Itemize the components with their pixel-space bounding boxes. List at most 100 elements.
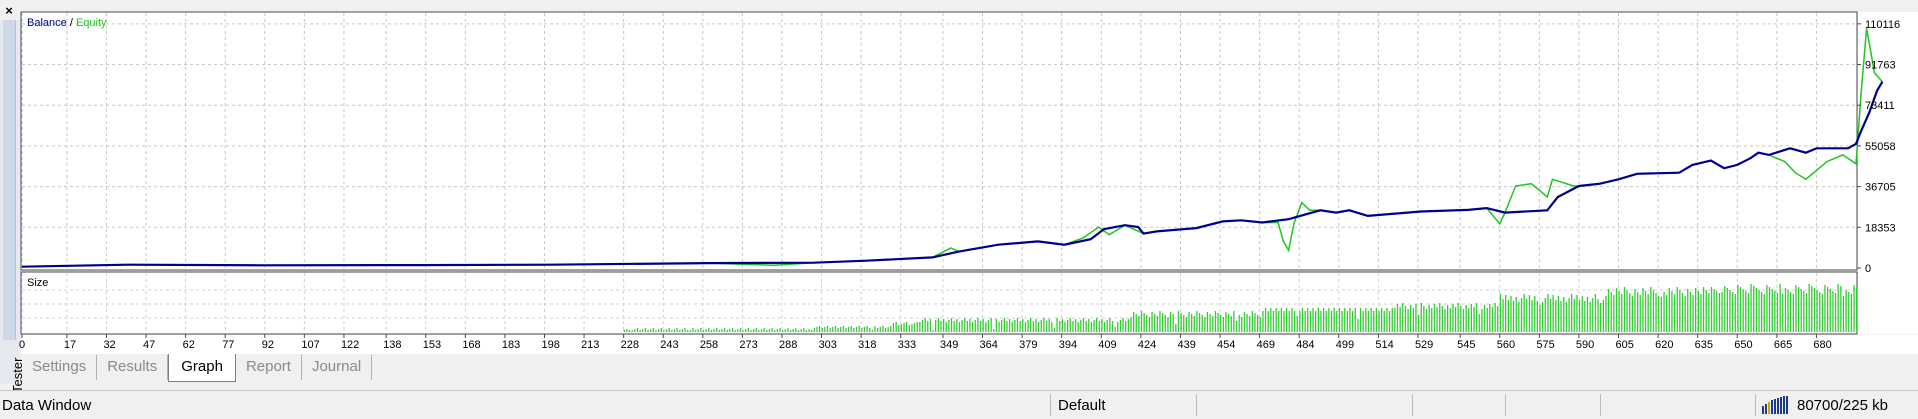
size-bar xyxy=(1249,316,1251,332)
size-bar xyxy=(628,330,631,332)
size-bar xyxy=(766,330,768,332)
size-bar xyxy=(1354,308,1356,332)
x-tick-label: 153 xyxy=(423,339,441,351)
size-bar xyxy=(1011,322,1013,332)
x-tick-label: 484 xyxy=(1296,339,1314,351)
size-bar xyxy=(1486,308,1488,332)
size-bar xyxy=(1784,288,1787,332)
size-bar xyxy=(1652,290,1655,332)
size-bar xyxy=(771,328,773,332)
size-bar xyxy=(708,328,710,332)
legend-equity: Equity xyxy=(76,17,107,29)
size-bar xyxy=(845,328,847,332)
y-tick-label: 110116 xyxy=(1865,19,1900,31)
size-bar xyxy=(1621,294,1623,332)
size-bar xyxy=(1539,305,1541,332)
size-bar xyxy=(1856,287,1858,332)
size-bar xyxy=(1549,299,1552,332)
size-bar xyxy=(1544,298,1546,332)
size-bar xyxy=(1536,301,1538,332)
size-bar xyxy=(1790,292,1792,332)
size-bar xyxy=(869,328,871,332)
size-bar xyxy=(681,329,683,332)
size-bar xyxy=(1185,317,1187,332)
size-bar xyxy=(1270,308,1272,332)
size-bar xyxy=(1206,312,1209,332)
size-bar xyxy=(1848,292,1850,332)
size-bar xyxy=(1420,303,1422,332)
size-bar xyxy=(1552,295,1554,332)
size-bar xyxy=(908,325,910,332)
size-bar xyxy=(1679,290,1681,332)
size-bar xyxy=(1483,305,1486,332)
size-bar xyxy=(1204,317,1206,332)
x-tick-label: 198 xyxy=(541,339,559,351)
size-bar xyxy=(1687,289,1689,332)
tab-graph[interactable]: Graph xyxy=(168,354,236,382)
size-bar xyxy=(774,330,776,332)
size-bar xyxy=(1768,287,1771,332)
size-bar xyxy=(731,328,734,332)
tab-results[interactable]: Results xyxy=(97,355,169,380)
status-profile[interactable]: Default xyxy=(1058,397,1106,414)
size-bar xyxy=(1122,318,1124,332)
size-bar xyxy=(858,326,860,332)
size-bar xyxy=(1626,290,1628,332)
size-bar xyxy=(718,330,720,332)
size-bar xyxy=(837,328,839,332)
size-bar xyxy=(850,326,852,332)
size-bar xyxy=(1726,288,1728,332)
size-bar xyxy=(1151,312,1153,332)
size-bar xyxy=(1834,293,1837,332)
size-bar xyxy=(1439,303,1441,332)
x-tick-label: 213 xyxy=(581,339,599,351)
x-tick-label: 333 xyxy=(898,339,916,351)
size-bar xyxy=(768,329,771,332)
size-bar xyxy=(1003,318,1005,332)
size-bar xyxy=(1676,287,1678,332)
size-bar xyxy=(993,329,995,332)
size-bar xyxy=(694,330,697,332)
size-bar xyxy=(1193,316,1195,332)
status-data-window[interactable]: Data Window xyxy=(2,397,91,414)
size-bar xyxy=(1180,313,1182,332)
x-tick-label: 32 xyxy=(103,339,115,351)
size-bar xyxy=(1352,311,1354,332)
size-bar xyxy=(702,330,705,332)
size-bar xyxy=(1502,299,1504,332)
size-bar xyxy=(1766,285,1768,332)
size-bar xyxy=(1019,321,1021,332)
size-bar xyxy=(1299,311,1301,332)
size-bar xyxy=(1301,308,1304,332)
size-bar xyxy=(1067,320,1069,332)
tab-report[interactable]: Report xyxy=(236,355,302,380)
size-bar xyxy=(758,330,760,332)
size-bar xyxy=(1323,308,1325,332)
size-bar xyxy=(647,330,649,332)
size-bar xyxy=(1367,311,1370,332)
x-tick-label: 424 xyxy=(1138,339,1156,351)
size-bar xyxy=(1497,306,1499,332)
tab-journal[interactable]: Journal xyxy=(302,355,373,380)
size-bar xyxy=(1710,287,1713,332)
size-bar xyxy=(1512,301,1515,332)
size-bar xyxy=(977,318,979,332)
size-bar xyxy=(1837,284,1839,332)
x-tick-label: 364 xyxy=(980,339,998,351)
size-bar xyxy=(1328,308,1330,332)
size-bar xyxy=(1407,309,1409,332)
tab-settings[interactable]: Settings xyxy=(22,355,98,380)
size-bar xyxy=(1027,320,1029,332)
size-bar xyxy=(1534,296,1536,332)
size-bar xyxy=(1592,298,1594,332)
size-bar xyxy=(969,319,971,332)
size-bar xyxy=(1156,316,1158,332)
size-bar xyxy=(953,321,955,332)
size-bar xyxy=(1053,328,1056,332)
y-tick-label: 18353 xyxy=(1865,222,1896,234)
size-bar xyxy=(1394,308,1396,332)
size-bar xyxy=(927,321,929,332)
size-bar xyxy=(1362,311,1364,332)
size-bar xyxy=(1359,308,1362,332)
x-tick-label: 303 xyxy=(819,339,837,351)
